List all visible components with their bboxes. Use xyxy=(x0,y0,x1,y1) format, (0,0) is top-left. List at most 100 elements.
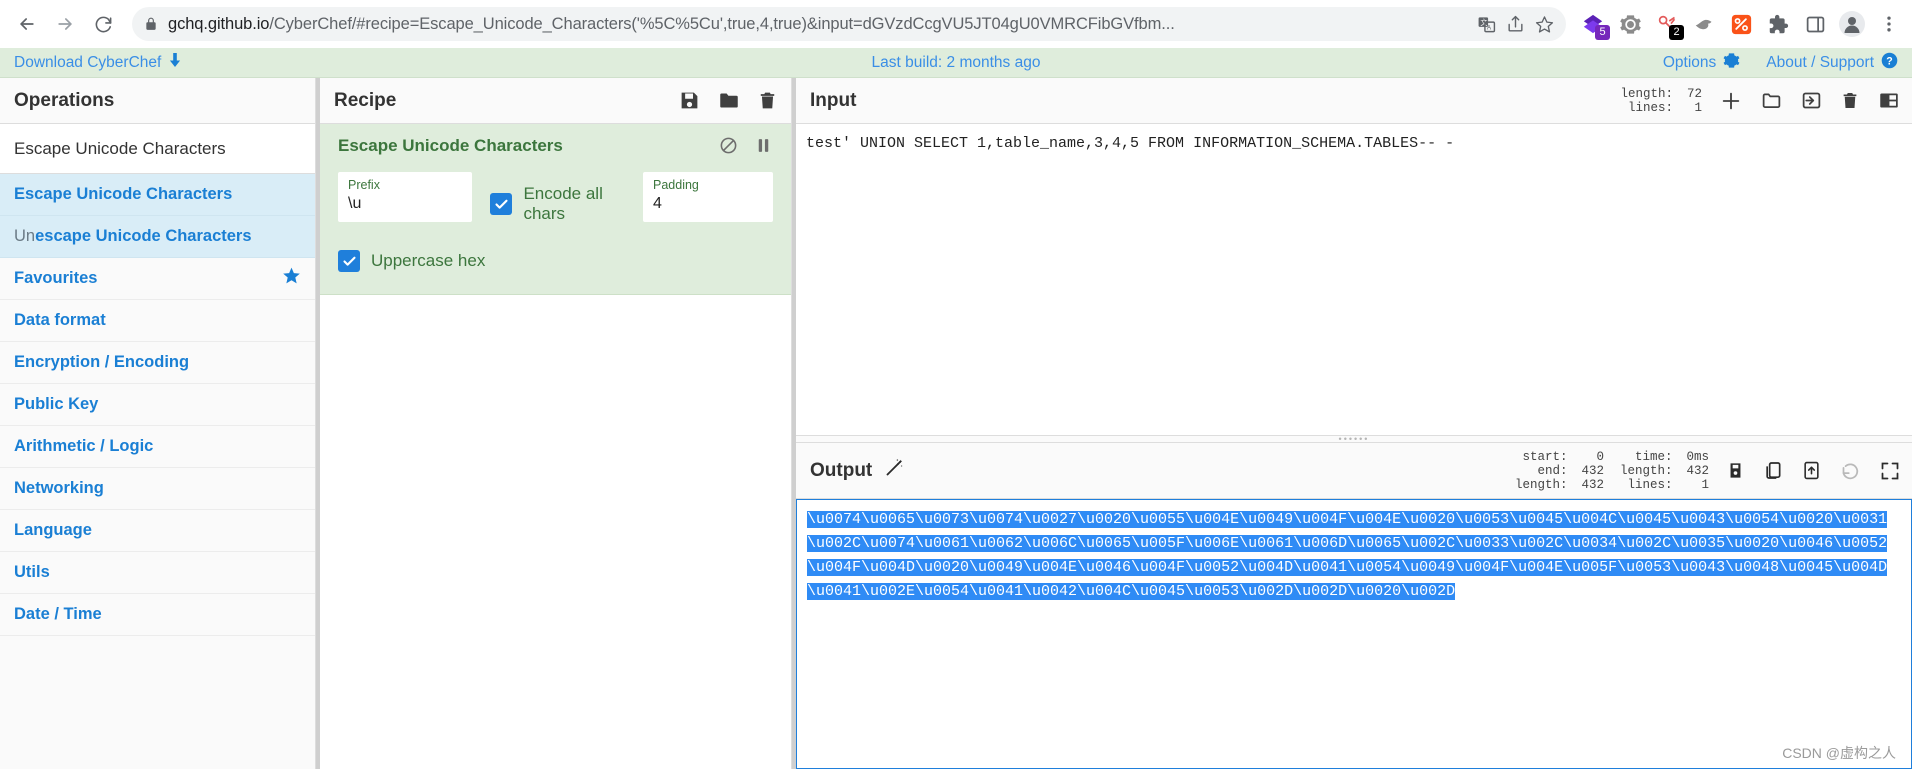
options-link[interactable]: Options xyxy=(1663,52,1740,74)
prefix-value[interactable]: \u xyxy=(348,193,462,215)
save-output-icon[interactable] xyxy=(1727,460,1744,481)
padding-value[interactable]: 4 xyxy=(653,193,763,215)
prefix-field[interactable]: Prefix \u xyxy=(338,172,473,222)
input-title-bar: Input length: 72 lines: 1 xyxy=(796,78,1912,124)
encode-all-chars-checkbox[interactable] xyxy=(490,193,513,215)
about-support-link[interactable]: About / Support ? xyxy=(1766,52,1898,74)
disable-icon[interactable] xyxy=(719,136,738,160)
operation-result-prefix: Un xyxy=(14,227,36,245)
io-panel: Input length: 72 lines: 1 test' UNION SE… xyxy=(796,78,1912,769)
category-label: Data format xyxy=(14,311,106,329)
open-file-icon[interactable] xyxy=(1801,90,1822,111)
chrome-menu-icon[interactable] xyxy=(1876,11,1902,37)
reset-layout-icon[interactable] xyxy=(1878,90,1900,111)
category-public-key[interactable]: Public Key xyxy=(0,384,315,426)
address-bar[interactable]: gchq.github.io/CyberChef/#recipe=Escape_… xyxy=(132,7,1566,41)
output-meta-value: 1 xyxy=(1701,477,1709,492)
recipe-operations-list[interactable]: Escape Unicode Characters Prefix \u Enco… xyxy=(320,124,791,769)
folder-icon[interactable] xyxy=(718,90,740,111)
add-tab-icon[interactable] xyxy=(1720,90,1742,112)
output-text-area[interactable]: \u0074\u0065\u0073\u0074\u0027\u0020\u00… xyxy=(796,499,1912,769)
puzzle-extensions-icon[interactable] xyxy=(1765,11,1791,37)
extension-badge: 5 xyxy=(1595,25,1610,40)
download-cyberchef-link[interactable]: Download CyberChef xyxy=(14,52,182,73)
uppercase-hex-checkbox[interactable] xyxy=(338,250,360,272)
breakpoint-pause-icon[interactable] xyxy=(754,136,773,160)
category-label: Favourites xyxy=(14,269,98,287)
category-utils[interactable]: Utils xyxy=(0,552,315,594)
gear-icon xyxy=(1723,52,1740,74)
padding-field[interactable]: Padding 4 xyxy=(643,172,773,222)
input-title: Input xyxy=(810,89,857,111)
browser-toolbar: gchq.github.io/CyberChef/#recipe=Escape_… xyxy=(0,0,1912,48)
encode-all-chars-checkbox-row[interactable]: Encode all chars xyxy=(490,172,625,224)
lock-icon xyxy=(144,17,158,31)
undo-icon[interactable] xyxy=(1840,460,1861,481)
input-meta-key: lines: xyxy=(1627,100,1673,115)
output-title-bar: Output start: 0 time: 0ms end: 432 lengt… xyxy=(796,443,1912,499)
recipe-op-escape-unicode-characters[interactable]: Escape Unicode Characters Prefix \u Enco… xyxy=(320,124,791,295)
input-text-area[interactable]: test' UNION SELECT 1,table_name,3,4,5 FR… xyxy=(796,124,1912,435)
io-drag-handle[interactable]: •••••• xyxy=(796,434,1912,443)
category-date-time[interactable]: Date / Time xyxy=(0,594,315,636)
gear-extension-icon[interactable] xyxy=(1617,11,1643,37)
save-icon[interactable] xyxy=(679,90,700,111)
svg-text:?: ? xyxy=(1886,55,1892,67)
extension-badge: 2 xyxy=(1669,25,1684,40)
question-circle-icon: ? xyxy=(1881,52,1898,74)
operation-result-unescape-unicode-characters[interactable]: Un escape Unicode Characters xyxy=(0,216,315,258)
category-label: Encryption / Encoding xyxy=(14,353,190,371)
category-language[interactable]: Language xyxy=(0,510,315,552)
output-meta-key: length: xyxy=(1619,463,1673,478)
about-support-label: About / Support xyxy=(1766,53,1874,71)
uppercase-hex-checkbox-row[interactable]: Uppercase hex xyxy=(338,238,773,272)
maximise-icon[interactable] xyxy=(1880,461,1900,481)
extensions-toolbar: 5 2 xyxy=(1574,11,1902,40)
output-selected-text: \u0074\u0065\u0073\u0074\u0027\u0020\u00… xyxy=(807,511,1888,600)
uppercase-hex-label: Uppercase hex xyxy=(371,251,486,270)
category-networking[interactable]: Networking xyxy=(0,468,315,510)
operations-search[interactable] xyxy=(0,124,315,174)
output-meta-key: end: xyxy=(1537,463,1568,478)
output-pane: Output start: 0 time: 0ms end: 432 lengt… xyxy=(796,443,1912,769)
translate-icon[interactable]: 文A xyxy=(1477,15,1496,34)
clip-extension-icon[interactable]: 2 xyxy=(1654,11,1684,40)
back-button[interactable] xyxy=(10,7,44,41)
category-arithmetic-logic[interactable]: Arithmetic / Logic xyxy=(0,426,315,468)
search-input[interactable] xyxy=(14,138,301,159)
orange-percent-extension-icon[interactable] xyxy=(1728,11,1754,37)
forward-button[interactable] xyxy=(48,7,82,41)
trash-icon[interactable] xyxy=(758,90,777,111)
output-meta-value: 432 xyxy=(1581,477,1604,492)
category-data-format[interactable]: Data format xyxy=(0,300,315,342)
recipe-op-title: Escape Unicode Characters xyxy=(338,136,563,155)
arrow-left-icon xyxy=(20,18,34,30)
download-cyberchef-label: Download CyberChef xyxy=(14,53,162,71)
purple-diamond-extension-icon[interactable]: 5 xyxy=(1580,11,1610,40)
category-encryption-encoding[interactable]: Encryption / Encoding xyxy=(0,342,315,384)
category-favourites[interactable]: Favourites xyxy=(0,258,315,300)
output-meta-key: lines: xyxy=(1627,477,1673,492)
replace-input-icon[interactable] xyxy=(1802,460,1821,481)
category-label: Public Key xyxy=(14,395,99,413)
star-icon xyxy=(282,266,301,291)
clear-io-icon[interactable] xyxy=(1841,90,1859,111)
recipe-panel: Recipe Escape Unicode Characters Prefix … xyxy=(320,78,792,769)
output-meta-value: 432 xyxy=(1686,463,1709,478)
operation-result-escape-unicode-characters[interactable]: Escape Unicode Characters xyxy=(0,174,315,216)
magic-wand-icon[interactable] xyxy=(884,457,905,484)
grey-bird-extension-icon[interactable] xyxy=(1691,11,1717,37)
category-label: Utils xyxy=(14,563,50,581)
copy-icon[interactable] xyxy=(1763,460,1783,481)
category-label: Language xyxy=(14,521,92,539)
open-folder-icon[interactable] xyxy=(1761,90,1782,111)
input-meta-key: length: xyxy=(1620,86,1673,101)
reload-button[interactable] xyxy=(86,7,120,41)
input-meta-value: 1 xyxy=(1694,100,1702,115)
sidepanel-icon[interactable] xyxy=(1802,11,1828,37)
share-icon[interactable] xyxy=(1506,15,1525,34)
padding-label: Padding xyxy=(653,178,699,192)
profile-avatar-icon[interactable] xyxy=(1839,11,1865,37)
recipe-title-bar: Recipe xyxy=(320,78,791,124)
bookmark-star-icon[interactable] xyxy=(1535,15,1554,34)
